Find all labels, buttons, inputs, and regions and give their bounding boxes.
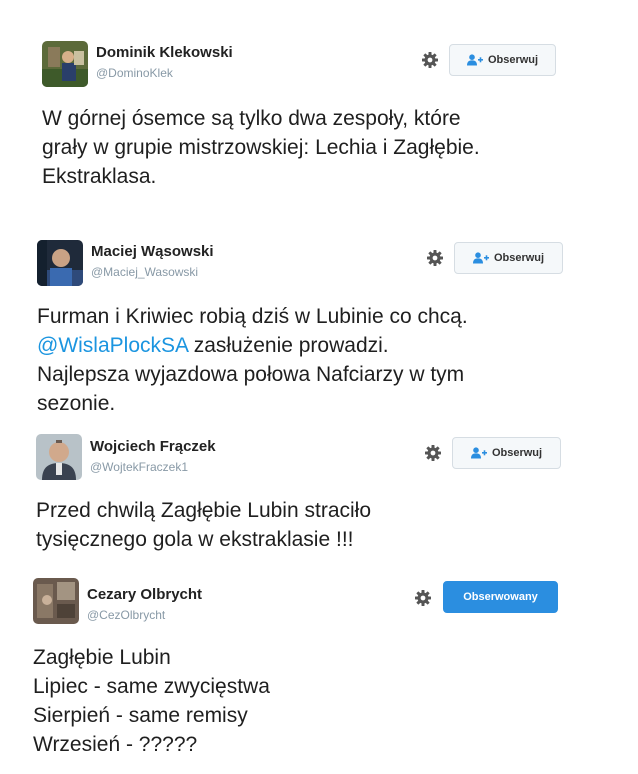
- follow-button[interactable]: Obserwuj: [449, 44, 556, 76]
- author-handle[interactable]: @DominoKlek: [96, 66, 173, 80]
- tweet-text: Zagłębie Lubin Lipiec - same zwycięstwa …: [33, 643, 270, 759]
- mention-link[interactable]: @WislaPlockSA: [37, 334, 188, 357]
- tweet-line: grały w grupie mistrzowskiej: Lechia i Z…: [42, 136, 480, 159]
- author-handle[interactable]: @Maciej_Wasowski: [91, 265, 198, 279]
- add-user-icon: [472, 252, 489, 264]
- tweet-line-rest: zasłużenie prowadzi.: [187, 334, 389, 357]
- author-name[interactable]: Maciej Wąsowski: [91, 243, 214, 260]
- tweet-line: tysięcznego gola w ekstraklasie !!!: [36, 528, 354, 551]
- tweet-line: sezonie.: [37, 392, 116, 415]
- avatar-image: [42, 41, 88, 87]
- author-handle[interactable]: @WojtekFraczek1: [90, 460, 188, 474]
- add-user-icon: [470, 447, 487, 459]
- tweet-line: W górnej ósemce są tylko dwa zespoły, kt…: [42, 107, 461, 130]
- tweet-text: W górnej ósemce są tylko dwa zespoły, kt…: [42, 104, 480, 191]
- follow-button[interactable]: Obserwuj: [454, 242, 563, 274]
- follow-label: Obserwuj: [491, 447, 543, 459]
- follow-label: Obserwuj: [487, 54, 539, 66]
- avatar-image: [36, 434, 82, 480]
- following-button[interactable]: Obserwowany: [443, 581, 558, 613]
- avatar-image: [37, 240, 83, 286]
- gear-icon[interactable]: [423, 443, 443, 463]
- tweet-line: Wrzesień - ?????: [33, 733, 198, 756]
- tweet-text: Przed chwilą Zagłębie Lubin straciło tys…: [36, 496, 371, 554]
- author-handle[interactable]: @CezOlbrycht: [87, 608, 165, 622]
- tweet-line: Furman i Kriwiec robią dziś w Lubinie co…: [37, 305, 468, 328]
- gear-icon[interactable]: [420, 50, 440, 70]
- follow-button[interactable]: Obserwuj: [452, 437, 561, 469]
- tweet-line: Sierpień - same remisy: [33, 704, 248, 727]
- add-user-icon: [466, 54, 483, 66]
- author-name[interactable]: Wojciech Frączek: [90, 438, 216, 455]
- tweet-dominik-klekowski: Dominik Klekowski @DominoKlek Obserwuj W…: [0, 0, 638, 200]
- avatar[interactable]: [36, 434, 82, 480]
- gear-icon[interactable]: [425, 248, 445, 268]
- avatar-image: [33, 578, 79, 624]
- avatar[interactable]: [37, 240, 83, 286]
- tweet-line: Zagłębie Lubin: [33, 646, 171, 669]
- follow-label: Obserwowany: [463, 591, 538, 603]
- tweet-line: Najlepsza wyjazdowa połowa Nafciarzy w t…: [37, 363, 465, 386]
- tweet-line-mention: @WislaPlockSA zasłużenie prowadzi.: [37, 331, 468, 360]
- avatar[interactable]: [42, 41, 88, 87]
- follow-label: Obserwuj: [493, 252, 545, 264]
- gear-icon[interactable]: [413, 588, 433, 608]
- tweet-line: Lipiec - same zwycięstwa: [33, 675, 270, 698]
- tweet-line: Ekstraklasa.: [42, 165, 157, 188]
- tweet-text: Furman i Kriwiec robią dziś w Lubinie co…: [37, 302, 468, 418]
- avatar[interactable]: [33, 578, 79, 624]
- tweet-line: Przed chwilą Zagłębie Lubin straciło: [36, 499, 372, 522]
- author-name[interactable]: Dominik Klekowski: [96, 44, 233, 61]
- author-name[interactable]: Cezary Olbrycht: [87, 586, 202, 603]
